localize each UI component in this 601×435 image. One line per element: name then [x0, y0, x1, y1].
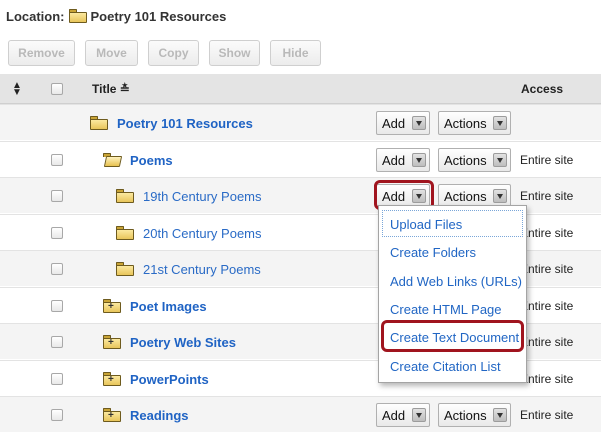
access-value: Entire site [520, 226, 574, 240]
chevron-down-icon [412, 153, 426, 167]
menu-item-create-citation-list[interactable]: Create Citation List [390, 359, 501, 374]
chevron-down-icon [412, 408, 426, 422]
show-button[interactable]: Show [209, 40, 260, 66]
chevron-down-icon [493, 189, 507, 203]
bulk-action-toolbar: Remove Move Copy Show Hide [8, 40, 331, 66]
sort-toggle-icon[interactable]: ▲ ▼ [12, 81, 22, 98]
access-value: Entire site [520, 153, 574, 167]
table-row: Poems Add Actions Entire site [0, 141, 601, 177]
row-checkbox[interactable] [51, 409, 63, 421]
open-folder-icon[interactable] [103, 153, 123, 167]
item-link[interactable]: PowerPoints [130, 372, 209, 387]
menu-item-add-web-links[interactable]: Add Web Links (URLs) [390, 274, 522, 289]
item-link[interactable]: Readings [130, 408, 189, 423]
folder-icon [68, 9, 87, 23]
add-dropdown[interactable]: Add [376, 148, 430, 172]
chevron-down-icon [412, 116, 426, 130]
remove-button[interactable]: Remove [8, 40, 75, 66]
access-value: Entire site [520, 408, 574, 422]
row-checkbox[interactable] [51, 227, 63, 239]
expand-folder-icon[interactable]: + [103, 372, 121, 386]
table-row: + Readings Add Actions Entire site [0, 396, 601, 432]
row-checkbox[interactable] [51, 300, 63, 312]
item-link[interactable]: Poetry Web Sites [130, 335, 236, 350]
row-checkbox[interactable] [51, 336, 63, 348]
row-checkbox[interactable] [51, 154, 63, 166]
hide-button[interactable]: Hide [270, 40, 321, 66]
actions-dropdown[interactable]: Actions [438, 148, 511, 172]
access-column-header: Access [521, 82, 564, 96]
actions-dropdown[interactable]: Actions [438, 403, 511, 427]
row-checkbox[interactable] [51, 263, 63, 275]
row-checkbox[interactable] [51, 373, 63, 385]
expand-folder-icon[interactable]: + [103, 408, 121, 422]
row-checkbox[interactable] [51, 190, 63, 202]
location-breadcrumb: Location: Poetry 101 Resources [6, 6, 226, 26]
item-link[interactable]: 20th Century Poems [143, 226, 262, 241]
item-link[interactable]: Poems [130, 153, 173, 168]
expand-folder-icon[interactable]: + [103, 335, 121, 349]
menu-item-create-folders[interactable]: Create Folders [390, 245, 476, 260]
copy-button[interactable]: Copy [148, 40, 199, 66]
access-value: Entire site [520, 372, 574, 386]
chevron-down-icon [493, 116, 507, 130]
access-value: Entire site [520, 335, 574, 349]
location-current: Poetry 101 Resources [90, 8, 227, 24]
actions-dropdown[interactable]: Actions [438, 111, 511, 135]
item-link[interactable]: 19th Century Poems [143, 189, 262, 204]
table-header: ▲ ▼ Title ≛ Access [0, 74, 601, 104]
location-label: Location: [6, 8, 65, 24]
add-dropdown[interactable]: Add [376, 403, 430, 427]
move-button[interactable]: Move [85, 40, 138, 66]
menu-item-create-html-page[interactable]: Create HTML Page [390, 302, 502, 317]
folder-icon [116, 226, 134, 240]
table-row: Poetry 101 Resources Add Actions [0, 104, 601, 140]
expand-folder-icon[interactable]: + [103, 299, 121, 313]
item-link[interactable]: 21st Century Poems [143, 262, 261, 277]
chevron-down-icon [493, 153, 507, 167]
title-column-header[interactable]: Title ≛ [92, 82, 130, 96]
folder-icon [116, 189, 134, 203]
select-all-checkbox[interactable] [51, 83, 63, 95]
folder-icon [90, 116, 108, 130]
access-value: Entire site [520, 262, 574, 276]
access-value: Entire site [520, 299, 574, 313]
add-dropdown-menu: Upload Files Create Folders Add Web Link… [378, 205, 527, 383]
item-link[interactable]: Poetry 101 Resources [117, 116, 253, 131]
item-link[interactable]: Poet Images [130, 299, 207, 314]
access-value: Entire site [520, 189, 574, 203]
create-text-document-highlight [381, 320, 524, 352]
folder-icon [116, 262, 134, 276]
add-dropdown[interactable]: Add [376, 111, 430, 135]
menu-item-upload-files[interactable]: Upload Files [390, 217, 462, 232]
chevron-down-icon [493, 408, 507, 422]
